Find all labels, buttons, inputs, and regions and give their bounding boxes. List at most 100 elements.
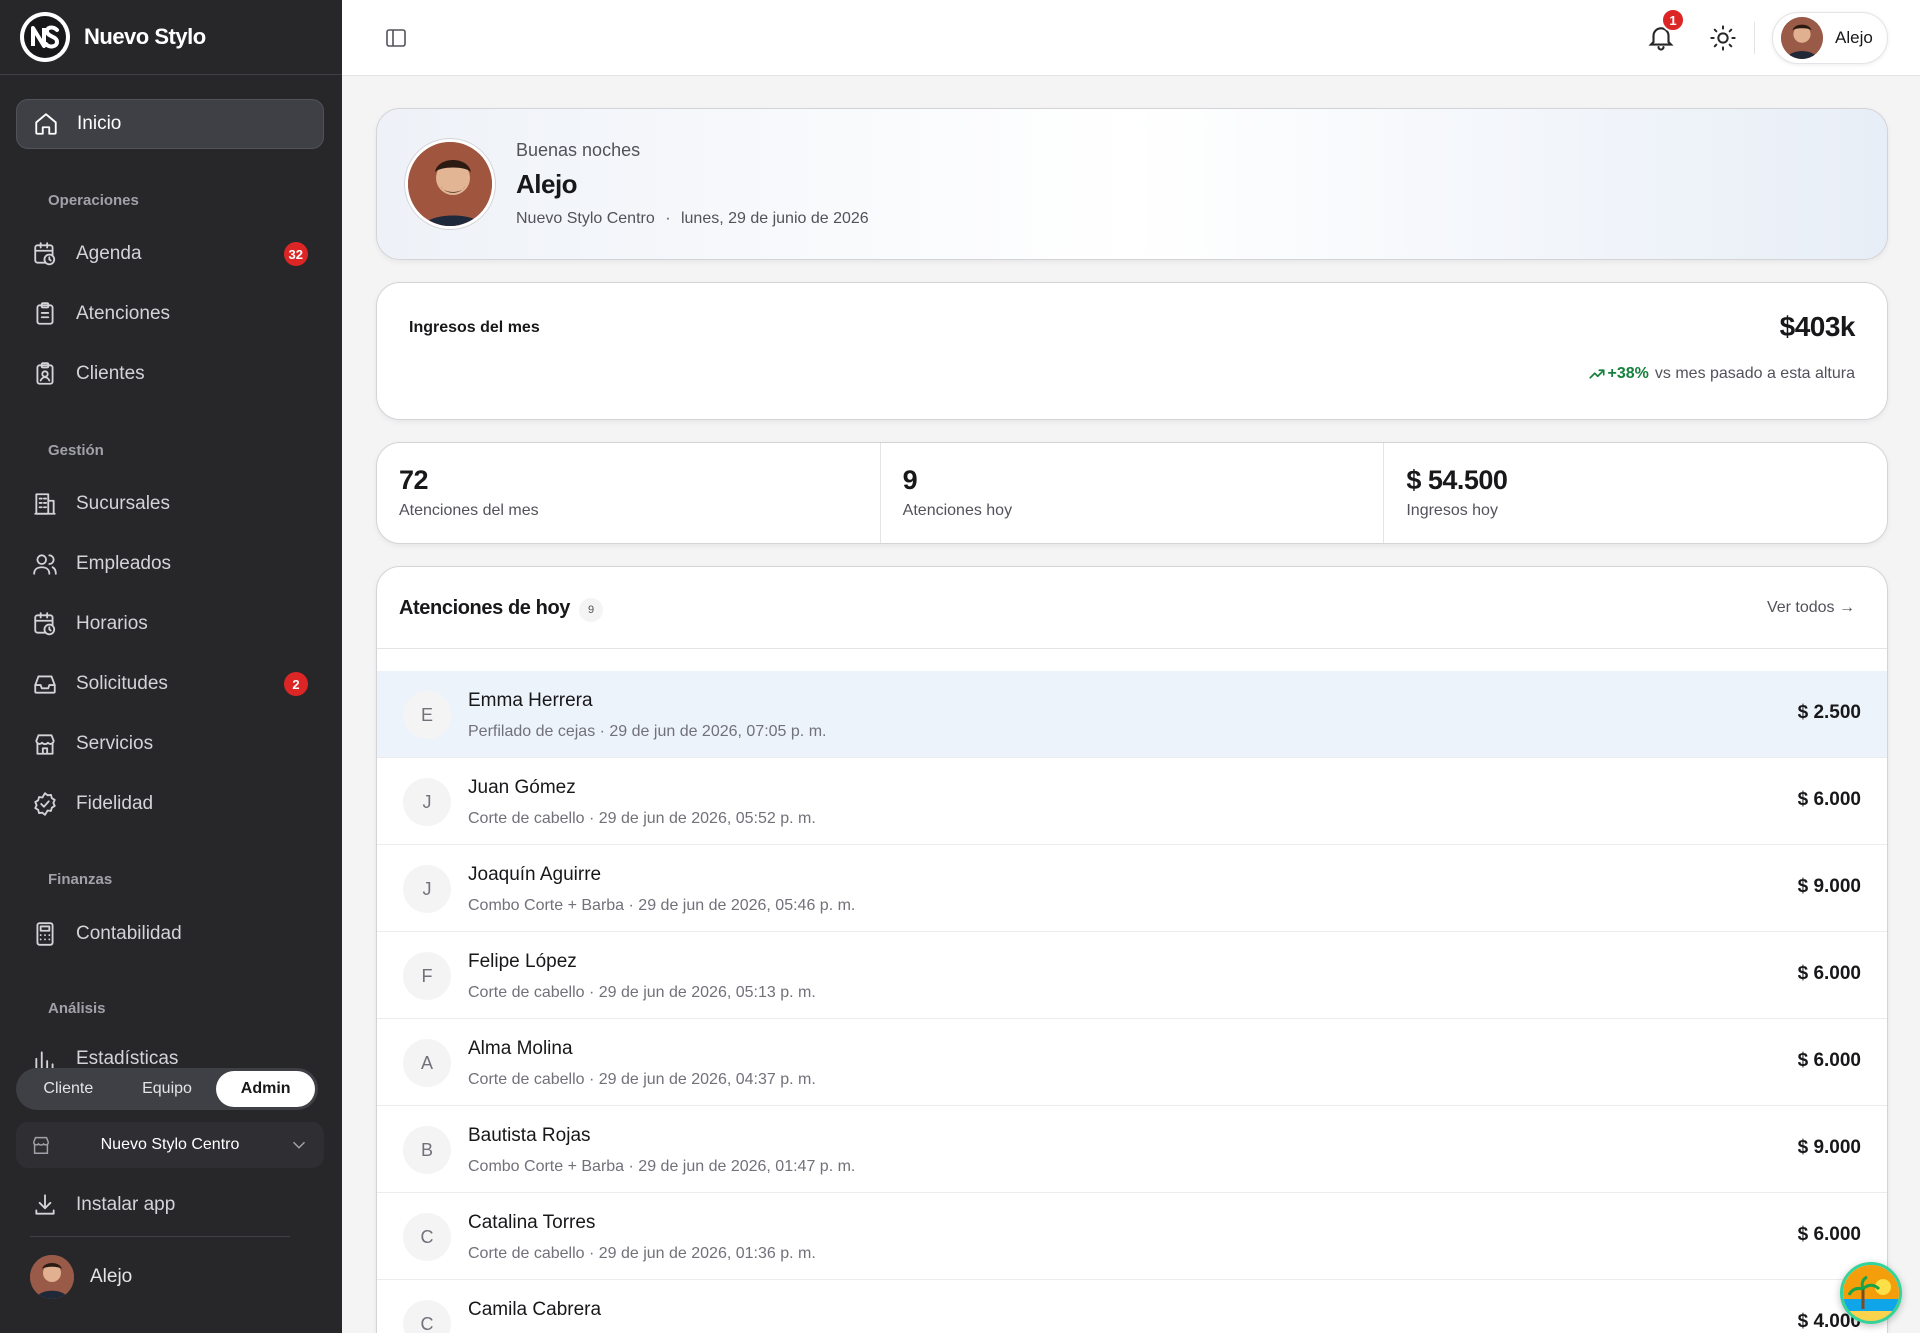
sidebar-item-solicitudes[interactable]: Solicitudes 2	[16, 659, 324, 709]
appointment-row[interactable]: A Alma Molina Corte de cabello · 29 de jun…	[377, 1019, 1887, 1106]
mode-cliente-button[interactable]: Cliente	[19, 1071, 118, 1107]
sidebar-item-label: Inicio	[77, 113, 122, 134]
client-name: Joaquín Aguirre	[468, 864, 602, 885]
sidebar-item-estadisticas[interactable]: Estadísticas	[16, 1038, 324, 1068]
sidebar-item-empleados[interactable]: Empleados	[16, 539, 324, 589]
brand-logo-icon	[20, 12, 70, 62]
appointment-detail: Corte de cabello · 29 de jun de 2026, 05…	[468, 984, 816, 1001]
appointment-row[interactable]: B Bautista Rojas Combo Corte + Barba · 29 …	[377, 1106, 1887, 1193]
appointment-amount: $ 6.000	[1797, 963, 1861, 984]
client-initial-avatar: J	[403, 778, 451, 826]
install-app-label: Instalar app	[76, 1194, 176, 1215]
welcome-branch: Nuevo Stylo Centro	[516, 210, 655, 227]
stat-value: $ 54.500	[1406, 465, 1508, 495]
sidebar-item-label: Horarios	[76, 613, 148, 634]
monthly-income-card[interactable]: Ingresos del mes $403k +38% vs mes pasad…	[376, 282, 1888, 420]
income-trend: +38% vs mes pasado a esta altura	[1588, 365, 1855, 383]
sidebar-item-servicios[interactable]: Servicios	[16, 719, 324, 769]
sidebar-toggle-icon[interactable]	[384, 26, 408, 50]
floating-assistant-button[interactable]	[1840, 1262, 1902, 1324]
divider	[1754, 22, 1755, 54]
welcome-date: lunes, 29 de junio de 2026	[680, 210, 869, 227]
user-menu-button[interactable]: Alejo	[1772, 12, 1888, 64]
agenda-badge: 32	[283, 242, 308, 266]
notification-badge: 1	[1661, 8, 1685, 32]
sidebar-user-name: Alejo	[90, 1266, 133, 1287]
sidebar-item-label: Atenciones	[76, 303, 171, 324]
stat-today-income: $ 54.500 Ingresos hoy	[1384, 443, 1887, 543]
sidebar-item-horarios[interactable]: Horarios	[16, 599, 324, 649]
stat-value: 9	[902, 465, 918, 495]
store-icon	[35, 734, 55, 755]
brand-name: Nuevo Stylo	[84, 24, 206, 49]
sidebar: Nuevo Stylo Inicio Operaciones Agenda 32…	[0, 0, 342, 1333]
appointment-amount: $ 6.000	[1797, 1050, 1861, 1071]
appointment-row[interactable]: CCamila CabreraArreglo de barba · 29 de …	[377, 1280, 1887, 1333]
calendar-clock-icon	[34, 242, 56, 266]
appointments-count-badge: 9	[579, 598, 603, 622]
appointment-amount: $ 9.000	[1797, 1137, 1861, 1158]
appointment-amount: $ 2.500	[1797, 702, 1861, 723]
sidebar-item-inicio[interactable]: Inicio	[16, 99, 324, 149]
sidebar-item-atenciones[interactable]: Atenciones	[16, 289, 324, 339]
appointments-header: Atenciones de hoy 9 Ver todos →	[377, 567, 1887, 649]
appointment-detail: Corte de cabello · 29 de jun de 2026, 05…	[468, 810, 816, 827]
install-app-button[interactable]: Instalar app	[16, 1180, 324, 1230]
appointment-detail: Combo Corte + Barba · 29 de jun de 2026,…	[468, 897, 856, 914]
sidebar-item-label: Contabilidad	[76, 923, 182, 944]
brand[interactable]: Nuevo Stylo	[20, 12, 206, 62]
appointments-title: Atenciones de hoy	[399, 597, 571, 619]
section-finanzas: Finanzas	[48, 871, 113, 888]
sidebar-item-clientes[interactable]: Clientes	[16, 349, 324, 399]
stat-value: 72	[399, 465, 429, 495]
sidebar-item-label: Clientes	[76, 363, 145, 384]
chevron-down-icon	[292, 1141, 306, 1149]
theme-toggle-icon[interactable]	[1709, 24, 1737, 52]
branch-select[interactable]: Nuevo Stylo Centro	[16, 1122, 324, 1168]
divider	[30, 1236, 290, 1237]
appointment-row[interactable]: C Catalina Torres Corte de cabello · 29 de…	[377, 1193, 1887, 1280]
appointment-amount: $ 9.000	[1797, 876, 1861, 897]
appointment-row[interactable]: J Juan Gómez Corte de cabello · 29 de jun …	[377, 758, 1887, 845]
appointment-detail: Corte de cabello · 29 de jun de 2026, 04…	[468, 1071, 816, 1088]
sidebar-item-label: Sucursales	[76, 493, 170, 514]
building-icon	[34, 493, 56, 515]
appointment-row[interactable]: E Emma Herrera Perfilado de cejas · 29 de …	[377, 671, 1887, 758]
users-icon	[33, 554, 57, 575]
stat-monthly-visits: 72 Atenciones del mes	[377, 443, 881, 543]
client-initial-avatar: C	[403, 1213, 451, 1261]
sidebar-item-sucursales[interactable]: Sucursales	[16, 479, 324, 529]
trend-comparison: vs mes pasado a esta altura	[1654, 365, 1855, 382]
bar-chart-icon	[35, 1051, 54, 1068]
separator: ·	[665, 210, 671, 227]
sidebar-user[interactable]: Alejo	[30, 1255, 132, 1299]
calendar-clock-icon	[34, 612, 56, 636]
calculator-icon	[36, 922, 54, 946]
mode-switch: Cliente Equipo Admin	[16, 1068, 318, 1110]
avatar	[1781, 17, 1823, 59]
section-operaciones: Operaciones	[48, 192, 139, 209]
client-name: Camila Cabrera	[468, 1299, 602, 1320]
client-initial-avatar: J	[403, 865, 451, 913]
client-name: Alma Molina	[468, 1038, 573, 1059]
mode-equipo-button[interactable]: Equipo	[118, 1071, 217, 1107]
sidebar-item-agenda[interactable]: Agenda 32	[16, 229, 324, 279]
client-name: Juan Gómez	[468, 777, 576, 798]
sidebar-item-contabilidad[interactable]: Contabilidad	[16, 909, 324, 959]
clipboard-list-icon	[36, 302, 54, 325]
see-all-link[interactable]: Ver todos →	[1767, 599, 1855, 617]
mode-admin-button[interactable]: Admin	[216, 1071, 316, 1107]
avatar	[405, 139, 495, 229]
client-initial-avatar: F	[403, 952, 451, 1000]
sidebar-item-fidelidad[interactable]: Fidelidad	[16, 779, 324, 829]
inbox-icon	[34, 675, 56, 694]
download-icon	[35, 1194, 55, 1215]
appointment-row[interactable]: J Joaquín Aguirre Combo Corte + Barba · 29…	[377, 845, 1887, 932]
client-initial-avatar: C	[403, 1300, 451, 1333]
appointments-list: E Emma Herrera Perfilado de cejas · 29 de …	[377, 671, 1887, 1333]
stat-label: Atenciones del mes	[399, 502, 539, 519]
sidebar-item-label: Agenda	[76, 243, 142, 264]
divider	[0, 74, 342, 75]
client-name: Emma Herrera	[468, 690, 593, 711]
appointment-row[interactable]: F Felipe López Corte de cabello · 29 de ju…	[377, 932, 1887, 1019]
